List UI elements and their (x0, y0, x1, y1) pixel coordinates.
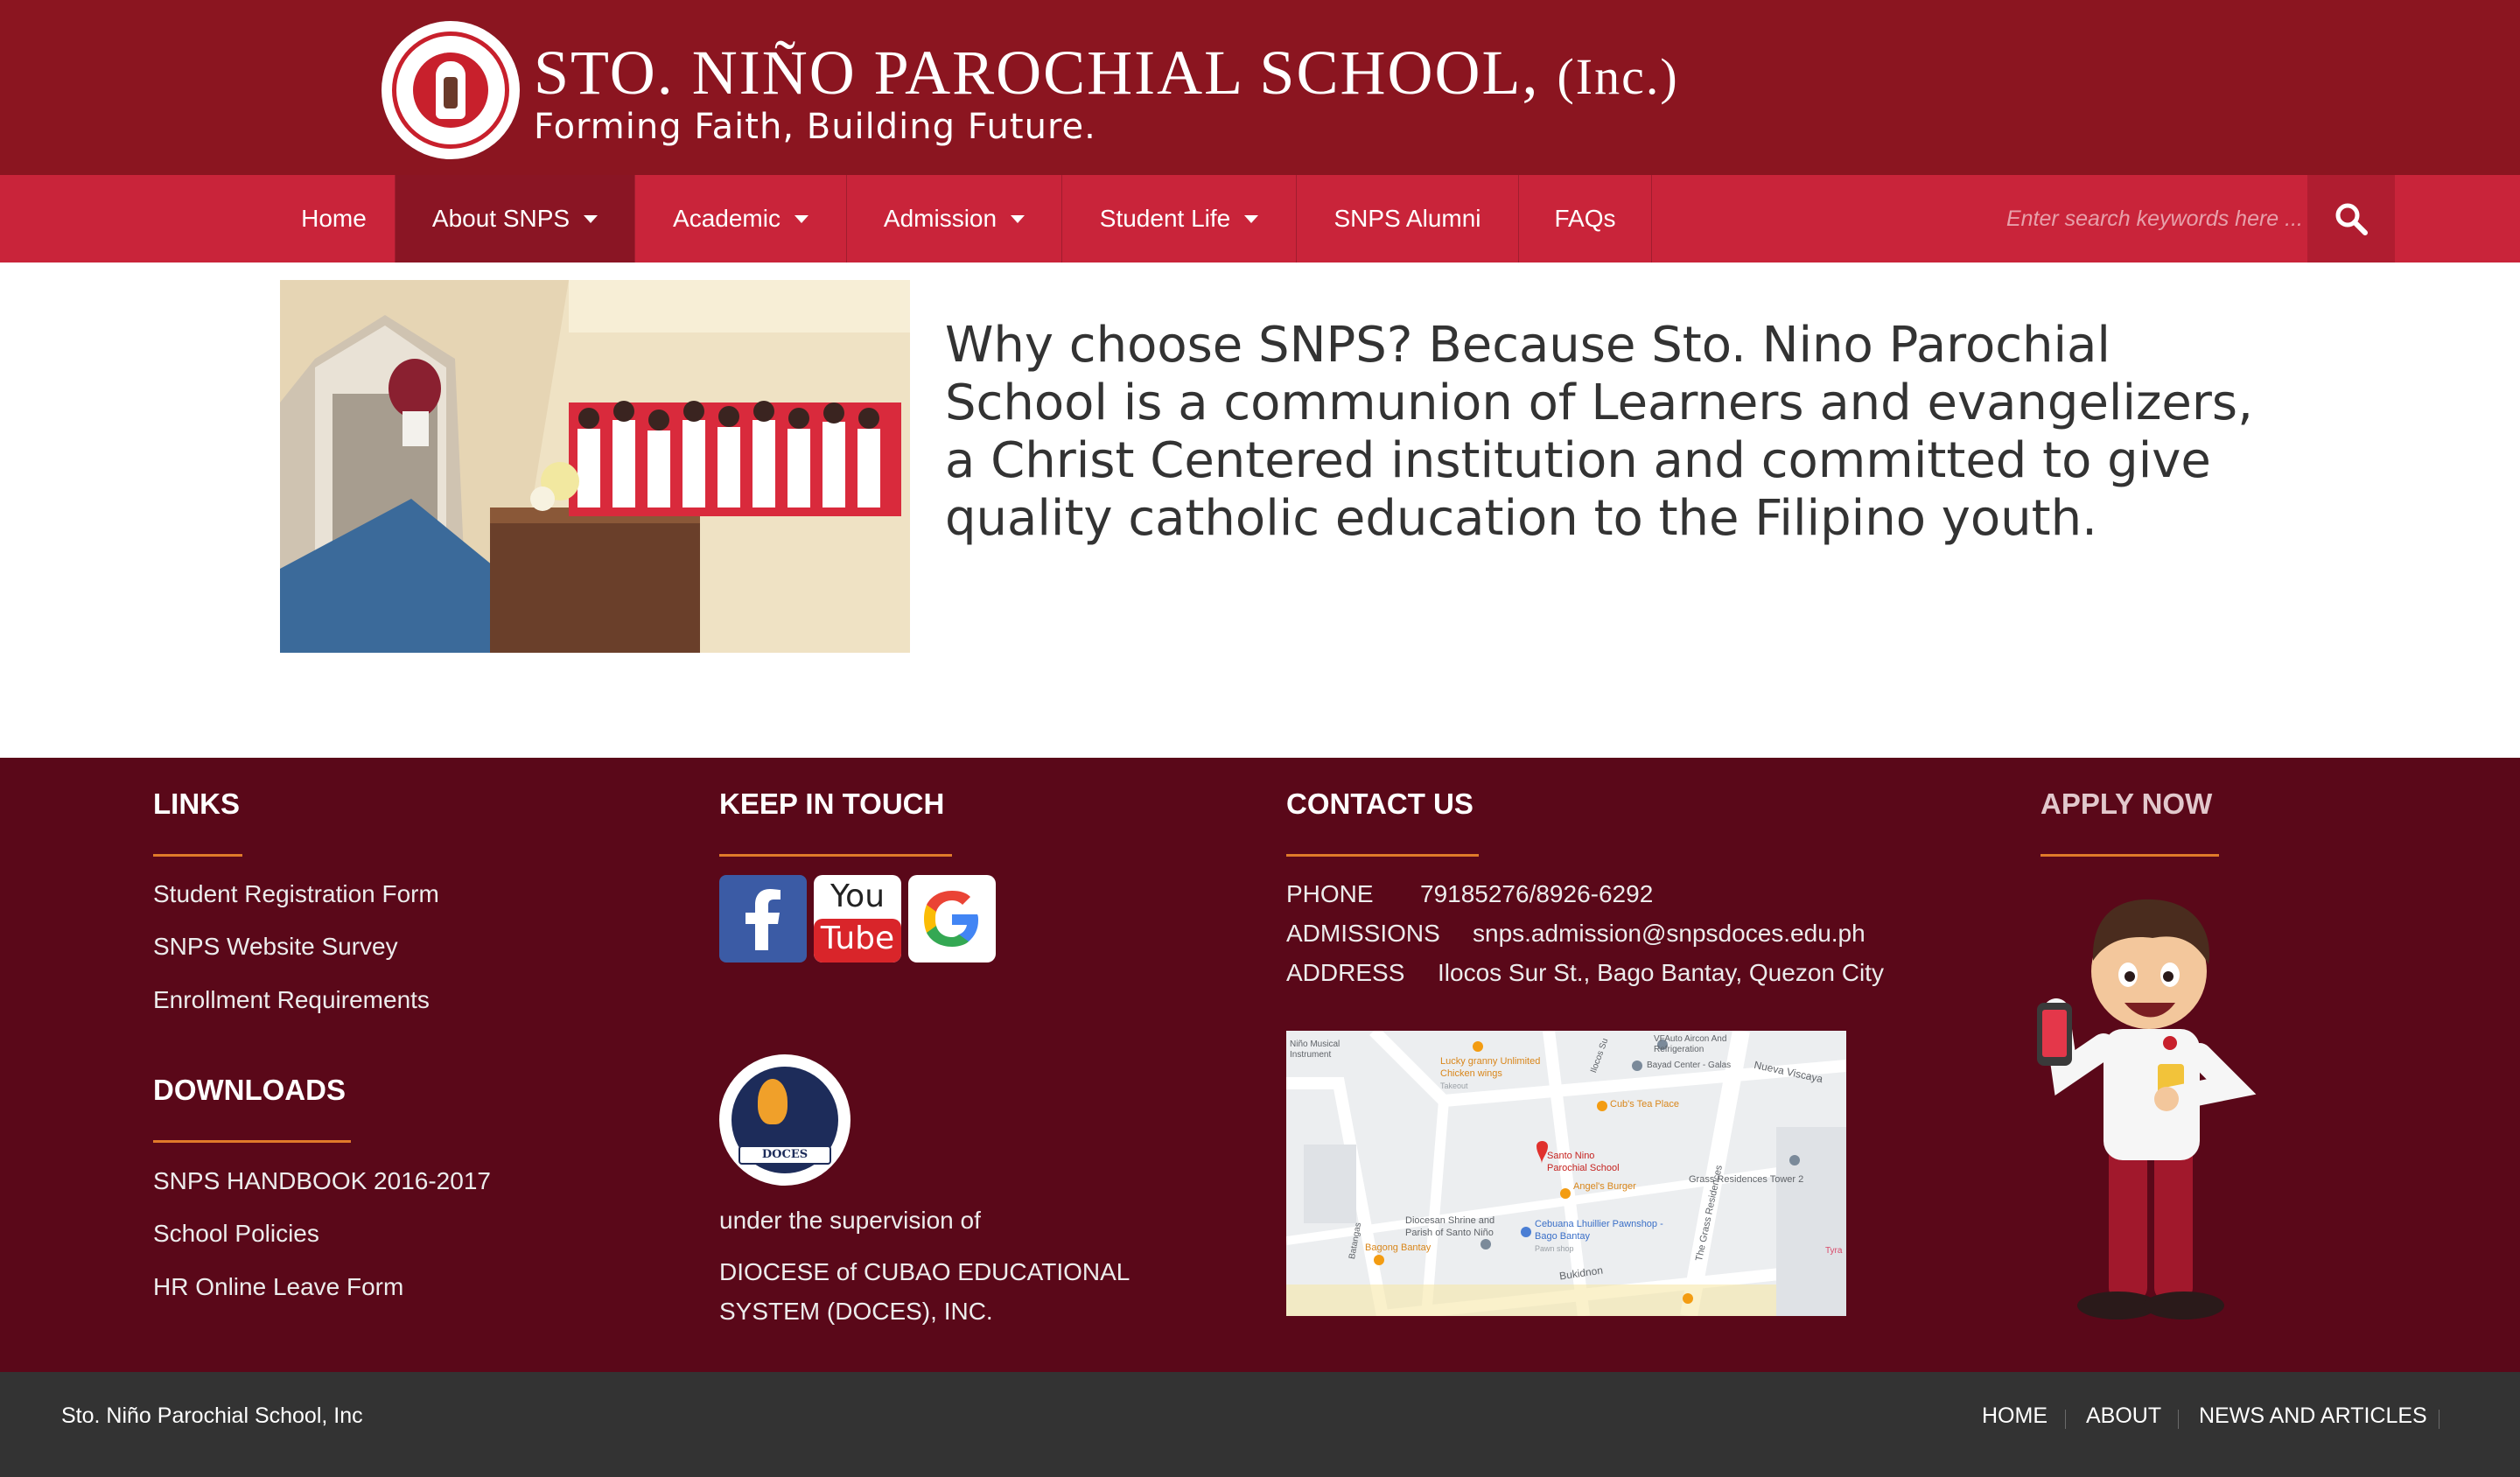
youtube-logo-bottom: Tube (820, 920, 895, 956)
map-label-bagong: Bagong Bantay (1365, 1242, 1432, 1253)
santo-nino-figure-icon (436, 61, 466, 119)
nav-label: About SNPS (431, 205, 570, 232)
downloads-heading: DOWNLOADS (153, 1074, 346, 1106)
link-school-policies[interactable]: School Policies (153, 1220, 319, 1248)
nav-item-about[interactable]: About SNPS (396, 175, 635, 262)
map-label-musical: Niño Musical Instrument (1290, 1040, 1340, 1060)
map-label-grass: Grass Residences Tower 2 (1689, 1174, 1804, 1185)
nav-item-academic[interactable]: Academic (635, 175, 847, 262)
site-title[interactable]: STO. NIÑO PAROCHIAL SCHOOL, (Inc.) (534, 37, 1679, 109)
heading-rule (2040, 854, 2219, 857)
caret-down-icon (584, 214, 598, 223)
caret-down-icon (1011, 214, 1026, 223)
map-label-takeout: Takeout (1440, 1082, 1468, 1090)
address-value: Ilocos Sur St., Bago Bantay, Quezon City (1438, 959, 1884, 986)
link-separator (2065, 1410, 2066, 1429)
flame-icon (758, 1079, 788, 1124)
nav-label: Home (301, 205, 367, 232)
supervision-org-line1: DIOCESE of CUBAO EDUCATIONAL (719, 1258, 1130, 1285)
site-title-suffix: (Inc.) (1557, 48, 1679, 105)
youtube-logo-top: You (830, 878, 886, 914)
link-student-registration[interactable]: Student Registration Form (153, 880, 439, 908)
bottom-link-about[interactable]: ABOUT (2086, 1404, 2161, 1429)
contact-heading: CONTACT US (1286, 788, 1474, 820)
nav-item-admission[interactable]: Admission (847, 175, 1062, 262)
intro-text: Why choose SNPS? Because Sto. Nino Paroc… (945, 317, 2253, 547)
link-hr-leave-form[interactable]: HR Online Leave Form (153, 1273, 403, 1301)
nav-item-faqs[interactable]: FAQs (1519, 175, 1652, 262)
link-website-survey[interactable]: SNPS Website Survey (153, 933, 398, 961)
google-icon (924, 891, 978, 947)
school-logo[interactable] (382, 21, 520, 159)
facebook-link[interactable] (719, 875, 807, 962)
map-label-tea: Cub's Tea Place (1610, 1099, 1679, 1110)
heading-rule (153, 854, 242, 857)
nav-item-alumni[interactable]: SNPS Alumni (1297, 175, 1519, 262)
map-label-burger: Angel's Burger (1573, 1181, 1636, 1192)
graduation-photo (280, 280, 910, 653)
doces-ribbon: DOCES (738, 1145, 831, 1165)
admissions-email[interactable]: snps.admission@snpsdoces.edu.ph (1473, 920, 1866, 948)
site-header: STO. NIÑO PAROCHIAL SCHOOL, (Inc.) Formi… (0, 0, 2520, 175)
keep-in-touch-heading: KEEP IN TOUCH (719, 788, 945, 820)
nav-label: FAQs (1554, 205, 1616, 232)
link-separator (2178, 1410, 2179, 1429)
student-mascot[interactable] (2030, 880, 2266, 1326)
site-title-main: STO. NIÑO PAROCHIAL SCHOOL, (534, 38, 1540, 108)
supervision-label: under the supervision of (719, 1207, 981, 1234)
bottom-link-home[interactable]: HOME (1982, 1404, 2048, 1429)
copyright-text: Sto. Niño Parochial School, Inc (61, 1404, 363, 1428)
nav-label: Admission (883, 205, 998, 232)
heading-rule (1286, 854, 1479, 857)
facebook-icon (746, 889, 780, 950)
supervision-org-line2: SYSTEM (DOCES), INC. (719, 1298, 993, 1325)
map-label-pawn: Cebuana Lhuillier Pawnshop - Bago Bantay (1535, 1219, 1663, 1242)
google-link[interactable] (908, 875, 996, 962)
search-icon (2335, 203, 2368, 235)
link-handbook[interactable]: SNPS HANDBOOK 2016-2017 (153, 1167, 491, 1195)
nav-item-student-life[interactable]: Student Life (1062, 175, 1297, 262)
map-label-bayad: Bayad Center - Galas (1647, 1060, 1732, 1070)
caret-down-icon (1244, 214, 1259, 223)
youtube-link[interactable]: You Tube (814, 875, 901, 962)
heading-rule (153, 1140, 351, 1143)
link-enrollment-requirements[interactable]: Enrollment Requirements (153, 986, 430, 1014)
doces-seal[interactable]: DOCES (719, 1054, 850, 1186)
search-button[interactable] (2307, 175, 2395, 262)
map-label-school: Santo Nino Parochial School (1547, 1151, 1620, 1173)
link-separator (2439, 1410, 2440, 1429)
phone-value[interactable]: 79185276/8926-6292 (1420, 880, 1653, 908)
nav-label: SNPS Alumni (1334, 205, 1481, 232)
nav-label: Student Life (1099, 205, 1231, 232)
phone-label: PHONE (1286, 880, 1374, 907)
bottom-link-news[interactable]: NEWS AND ARTICLES (2199, 1404, 2427, 1429)
map-label-pawn-shop: Pawn shop (1535, 1244, 1574, 1253)
links-heading: LINKS (153, 788, 240, 820)
apply-now-heading[interactable]: APPLY NOW (2040, 788, 2212, 821)
admissions-label: ADMISSIONS (1286, 920, 1440, 947)
location-map[interactable]: Santo Nino Parochial School Lucky granny… (1286, 1031, 1846, 1316)
search-input[interactable] (1960, 196, 2310, 242)
map-label-shrine: Diocesan Shrine and Parish of Santo Niño (1405, 1215, 1495, 1238)
map-label-chicken: Lucky granny Unlimited Chicken wings (1440, 1056, 1541, 1079)
map-label-vf: VFAuto Aircon And Refrigeration (1654, 1034, 1727, 1054)
site-tagline: Forming Faith, Building Future. (534, 107, 1096, 147)
map-label-tyra: Tyra (1825, 1246, 1843, 1256)
caret-down-icon (794, 214, 808, 223)
heading-rule (719, 854, 952, 857)
address-label: ADDRESS (1286, 959, 1405, 986)
nav-label: Academic (673, 205, 780, 232)
nav-item-home[interactable]: Home (273, 175, 396, 262)
